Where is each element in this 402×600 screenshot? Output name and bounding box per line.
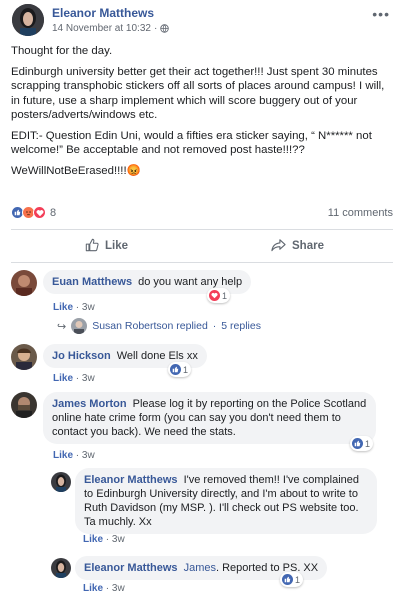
reaction-count: 1 — [222, 290, 228, 301]
divider — [11, 229, 393, 230]
comment-actions: Like · 3w — [83, 534, 125, 545]
commenter-name[interactable]: James Morton — [52, 398, 127, 410]
comment-reaction[interactable]: 1 — [280, 572, 304, 587]
comment-text: . Reported to PS. XX — [216, 562, 319, 574]
comment-age[interactable]: 3w — [82, 373, 95, 384]
commenter-name[interactable]: Eleanor Matthews — [84, 562, 178, 574]
post-action-bar: Like Share — [11, 232, 393, 260]
comment-age[interactable]: 3w — [82, 302, 95, 313]
love-reaction-icon — [209, 290, 220, 301]
comment-reply: Eleanor Matthews I've removed them!! I'v… — [51, 468, 393, 552]
comment-reaction[interactable]: 1 — [350, 436, 374, 451]
comment-age[interactable]: 3w — [112, 583, 125, 594]
commenter-name[interactable]: Eleanor Matthews — [84, 474, 178, 486]
separator: · — [212, 320, 217, 332]
avatar — [71, 318, 88, 334]
reactions-summary[interactable]: 8 11 comments — [11, 206, 393, 222]
comment: Jo Hickson Well done Els xx 1 Like · 3w — [11, 344, 393, 384]
separator: · — [75, 450, 80, 461]
comment-like-link[interactable]: Like — [53, 373, 73, 384]
post-paragraph: Thought for the day. — [11, 45, 113, 57]
avatar[interactable] — [12, 4, 44, 36]
commenter-name[interactable]: Jo Hickson — [52, 350, 111, 362]
mention-link[interactable]: James — [184, 562, 216, 574]
thumbs-up-reaction-icon — [170, 364, 181, 375]
globe-icon — [160, 24, 170, 33]
comment: James Morton Please log it by reporting … — [11, 392, 393, 462]
comment-like-link[interactable]: Like — [83, 583, 103, 594]
love-reaction-icon — [33, 206, 46, 219]
post-body: Thought for the day. Edinburgh universit… — [11, 44, 393, 184]
view-replies-link[interactable]: ↪ Susan Robertson replied · 5 replies — [57, 318, 261, 334]
comment-count-link[interactable]: 11 comments — [328, 207, 393, 219]
reaction-count: 8 — [50, 206, 57, 219]
separator: · — [75, 373, 80, 384]
commenter-name[interactable]: Euan Matthews — [52, 276, 132, 288]
like-icon — [85, 238, 99, 255]
comment-age[interactable]: 3w — [112, 534, 125, 545]
comment-actions: Like · 3w — [53, 450, 95, 461]
comment-text: do you want any help — [138, 276, 243, 288]
reply-count: 5 replies — [221, 320, 261, 332]
post-author-name[interactable]: Eleanor Matthews — [52, 6, 154, 20]
thumbs-up-reaction-icon — [352, 438, 363, 449]
comment-bubble: Eleanor Matthews I've removed them!! I'v… — [75, 468, 377, 534]
comment-text: Well done Els xx — [116, 350, 198, 362]
reaction-count: 1 — [295, 574, 301, 585]
post-paragraph: WeWillNotBeErased!!!!😡 — [11, 164, 141, 177]
comment: Euan Matthews do you want any help 1 Lik… — [11, 270, 393, 320]
comment-actions: Like · 3w — [53, 302, 95, 313]
comment-age[interactable]: 3w — [82, 450, 95, 461]
share-button[interactable]: Share — [202, 232, 393, 260]
comment-actions: Like · 3w — [83, 583, 125, 594]
reaction-count: 1 — [365, 438, 371, 449]
comment-bubble: James Morton Please log it by reporting … — [43, 392, 376, 444]
comment-reply: Eleanor Matthews James. Reported to PS. … — [51, 556, 393, 596]
more-icon[interactable]: ••• — [372, 6, 390, 22]
avatar[interactable] — [11, 270, 37, 296]
avatar[interactable] — [51, 558, 71, 578]
share-icon — [271, 238, 286, 255]
separator: · — [105, 583, 110, 594]
like-button[interactable]: Like — [11, 232, 202, 260]
post-paragraph: EDIT:- Question Edin Uni, would a fiftie… — [11, 129, 372, 157]
avatar[interactable] — [11, 344, 37, 370]
thumbs-up-reaction-icon — [282, 574, 293, 585]
post-header: Eleanor Matthews 14 November at 10:32 · … — [10, 4, 394, 40]
reply-arrow-icon: ↪ — [57, 320, 67, 333]
share-button-label: Share — [292, 240, 324, 252]
meta-separator: · — [153, 23, 158, 34]
comment-like-link[interactable]: Like — [53, 450, 73, 461]
comment-reaction[interactable]: 1 — [207, 288, 231, 303]
comment-reaction[interactable]: 1 — [168, 362, 192, 377]
comment-like-link[interactable]: Like — [83, 534, 103, 545]
separator: · — [105, 534, 110, 545]
comment-like-link[interactable]: Like — [53, 302, 73, 313]
post-meta: 14 November at 10:32 · — [52, 23, 170, 34]
post-paragraph: Edinburgh university better get their ac… — [11, 65, 385, 122]
avatar[interactable] — [11, 392, 37, 418]
post-timestamp[interactable]: 14 November at 10:32 — [52, 23, 151, 34]
reaction-count: 1 — [183, 364, 189, 375]
like-button-label: Like — [104, 240, 128, 252]
divider — [11, 262, 393, 263]
avatar[interactable] — [51, 472, 71, 492]
separator: · — [75, 302, 80, 313]
comment-actions: Like · 3w — [53, 373, 95, 384]
replier-name: Susan Robertson replied — [92, 320, 208, 332]
